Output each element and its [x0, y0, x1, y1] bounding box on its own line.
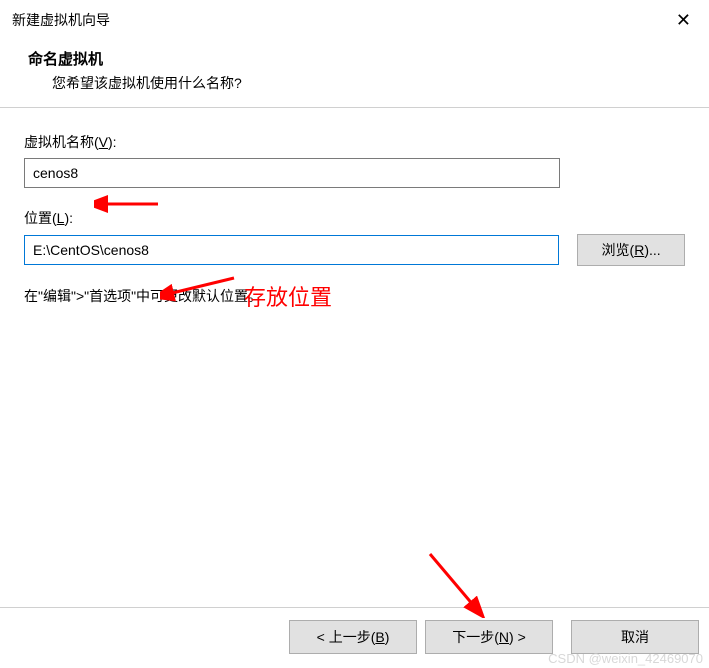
back-button[interactable]: < 上一步(B): [289, 620, 417, 654]
vm-name-group: 虚拟机名称(V):: [24, 132, 685, 188]
content-area: 虚拟机名称(V): 位置(L): 浏览(R)... 在"编辑">"首选项"中可更…: [0, 108, 709, 306]
vm-name-label: 虚拟机名称(V):: [24, 132, 685, 152]
page-title: 命名虚拟机: [28, 48, 697, 69]
vm-name-input[interactable]: [24, 158, 560, 188]
location-group: 位置(L): 浏览(R)...: [24, 208, 685, 266]
titlebar: 新建虚拟机向导 ✕: [0, 0, 709, 40]
next-button[interactable]: 下一步(N) >: [425, 620, 553, 654]
window-title: 新建虚拟机向导: [12, 10, 110, 30]
watermark: CSDN @weixin_42469070: [548, 651, 703, 666]
close-icon[interactable]: ✕: [672, 11, 695, 29]
cancel-button[interactable]: 取消: [571, 620, 699, 654]
location-label: 位置(L):: [24, 208, 685, 228]
hint-text: 在"编辑">"首选项"中可更改默认位置。: [24, 286, 685, 306]
location-input[interactable]: [24, 235, 559, 265]
browse-button[interactable]: 浏览(R)...: [577, 234, 685, 266]
page-subtitle: 您希望该虚拟机使用什么名称?: [28, 73, 697, 93]
wizard-header: 命名虚拟机 您希望该虚拟机使用什么名称?: [0, 40, 709, 107]
location-row: 浏览(R)...: [24, 234, 685, 266]
